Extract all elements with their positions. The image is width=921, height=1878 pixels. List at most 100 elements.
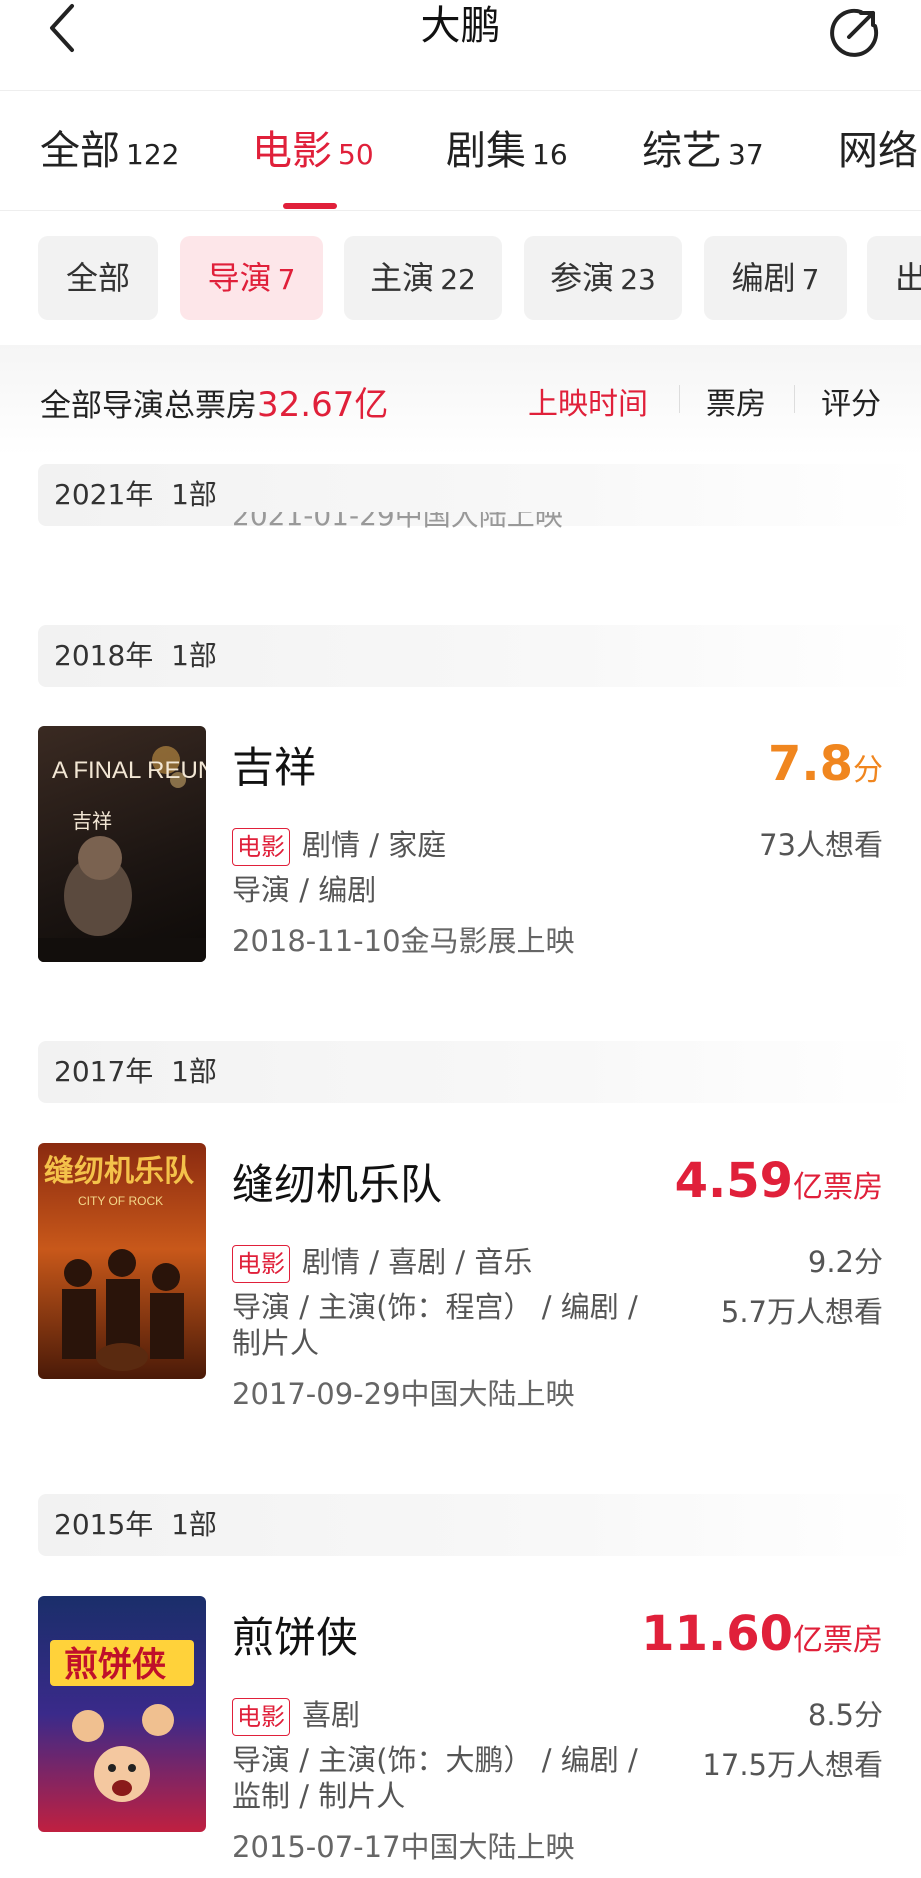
year-count: 1部 (171, 478, 217, 511)
year-count: 1部 (171, 1508, 217, 1541)
box-office-value: 4.59 (674, 1153, 793, 1209)
sort-divider (794, 385, 795, 413)
movie-title: 煎饼侠 (232, 1613, 359, 1662)
want-to-watch-count: 5.7万人想看 (720, 1295, 883, 1329)
tab-movie[interactable]: 电影 50 (252, 92, 374, 210)
tab-label: 剧集 (446, 128, 526, 174)
movie-item[interactable]: 缝纫机乐队 CITY OF ROCK 缝纫机乐队 4.59亿票房 电影 剧情 / … (0, 1143, 921, 1411)
poster-title-text: 缝纫机乐队 (44, 1154, 195, 1189)
movie-item[interactable]: A FINAL REUNION 吉祥 吉祥 7.8分 电影剧情 / 家庭 73人… (0, 726, 921, 966)
movie-type-tag: 电影 (232, 828, 290, 866)
year-label: 2021年 (54, 478, 154, 511)
chip-label: 主演 (370, 259, 435, 297)
want-to-watch-count: 73人想看 (759, 828, 883, 862)
movie-roles: 导演 / 编剧 (232, 873, 377, 907)
chip-label: 编剧 (731, 259, 796, 297)
chip-label: 导演 (207, 259, 272, 297)
role-filter-chips: 全部 导演 7 主演 22 参演 23 编剧 7 出 (0, 210, 921, 345)
chip-count: 22 (440, 263, 476, 296)
movie-title: 吉祥 (232, 743, 317, 792)
tab-label: 全部 (40, 128, 120, 174)
genre-row: 电影 剧情 / 喜剧 / 音乐 (232, 1239, 532, 1283)
want-to-watch-count: 17.5万人想看 (702, 1748, 883, 1782)
poster-title-text: A FINAL REUNION (52, 757, 206, 784)
tab-all[interactable]: 全部 122 (40, 92, 179, 210)
year-count: 1部 (171, 1055, 217, 1088)
poster-art: 煎饼侠 (50, 1640, 194, 1802)
year-label: 2017年 (54, 1055, 154, 1088)
tab-count: 122 (126, 138, 180, 171)
movie-type-tag: 电影 (232, 1698, 290, 1736)
tab-label: 电影 (252, 128, 332, 174)
tab-label: 网络 (838, 128, 918, 174)
release-date-cut-off: 2021-01-29中国大陆上映 (232, 512, 563, 532)
movie-roles: 导演 / 主演(饰：大鹏） / 编剧 / 监制 / 制片人 (232, 1743, 638, 1813)
movie-genres: 剧情 / 喜剧 / 音乐 (302, 1245, 533, 1279)
tab-count: 16 (532, 138, 568, 171)
movie-genres: 喜剧 (302, 1698, 361, 1732)
movie-poster: 缝纫机乐队 CITY OF ROCK (38, 1143, 206, 1379)
chip-label: 出 (895, 259, 921, 297)
chip-producer[interactable]: 出 (867, 236, 921, 320)
release-date: 2018-11-10金马影展上映 (232, 924, 575, 958)
genre-row: 电影 剧情 / 家庭 (232, 822, 446, 866)
chip-lead-actor[interactable]: 主演 22 (344, 236, 502, 320)
movie-item[interactable]: 煎饼侠 煎饼侠 11.60亿票房 电影 喜剧 8.5分 17.5万人想看 导演 /… (0, 1596, 921, 1864)
movie-poster: A FINAL REUNION 吉祥 (38, 726, 206, 962)
chip-count: 7 (801, 263, 820, 296)
movie-box-office: 4.59亿票房 (675, 1153, 883, 1209)
tab-count: 50 (338, 138, 374, 171)
movie-roles: 导演 / 主演(饰：程宫） / 编剧 / 制片人 (232, 1290, 638, 1360)
movie-rating: 8.5分 (807, 1698, 883, 1732)
box-office-summary: 全部导演总票房32.67亿 (40, 377, 388, 426)
movie-box-office: 11.60亿票房 (641, 1606, 883, 1662)
box-office-unit: 亿票房 (793, 1623, 883, 1658)
tab-label: 综艺 (642, 128, 722, 174)
share-icon[interactable] (825, 4, 881, 60)
page-title: 大鹏 (420, 3, 501, 49)
poster-en-title: CITY OF ROCK (78, 1194, 163, 1208)
release-date: 2015-07-17中国大陆上映 (232, 1830, 575, 1864)
active-tab-indicator (283, 203, 337, 209)
tab-web[interactable]: 网络 (838, 92, 918, 210)
chip-count: 23 (620, 263, 656, 296)
chip-label: 全部 (65, 259, 130, 297)
chip-all[interactable]: 全部 (38, 236, 158, 320)
movie-type-tag: 电影 (232, 1245, 290, 1283)
top-bar: 大鹏 (0, 0, 921, 91)
sort-by-rating[interactable]: 评分 (821, 379, 881, 423)
movie-genres: 剧情 / 家庭 (302, 828, 447, 862)
year-label: 2015年 (54, 1508, 154, 1541)
chip-director[interactable]: 导演 7 (180, 236, 323, 320)
year-header: 2018年 1部 (38, 625, 921, 687)
year-header: 2015年 1部 (38, 1494, 921, 1556)
tab-series[interactable]: 剧集 16 (446, 92, 568, 210)
chip-label: 参演 (550, 259, 615, 297)
movie-rating: 9.2分 (807, 1245, 883, 1279)
year-count: 1部 (171, 639, 217, 672)
poster-title-text: 煎饼侠 (64, 1645, 167, 1685)
movie-poster: 煎饼侠 (38, 1596, 206, 1832)
chip-writer[interactable]: 编剧 7 (704, 236, 847, 320)
sort-by-box-office[interactable]: 票房 (706, 379, 766, 423)
sort-divider (679, 385, 680, 413)
box-office-unit: 亿票房 (793, 1170, 883, 1205)
movie-title: 缝纫机乐队 (232, 1160, 443, 1209)
chip-count: 7 (277, 263, 296, 296)
summary-label: 全部导演总票房 (40, 388, 257, 424)
category-tabs: 全部 122 电影 50 剧集 16 综艺 37 网络 (0, 92, 921, 211)
poster-art: A FINAL REUNION 吉祥 (38, 746, 206, 962)
tab-count: 37 (728, 138, 764, 171)
summary-bar: 全部导演总票房32.67亿 上映时间 票房 评分 (0, 345, 921, 455)
score-unit: 分 (853, 753, 883, 788)
poster-art: 缝纫机乐队 CITY OF ROCK (44, 1154, 195, 1371)
sort-by-release-time[interactable]: 上映时间 (528, 379, 648, 423)
movie-score: 7.8分 (768, 736, 883, 792)
poster-cn-title: 吉祥 (72, 809, 112, 833)
year-header: 2017年 1部 (38, 1041, 921, 1103)
summary-value: 32.67亿 (257, 385, 389, 425)
tab-variety[interactable]: 综艺 37 (642, 92, 764, 210)
chip-supporting[interactable]: 参演 23 (524, 236, 682, 320)
year-label: 2018年 (54, 639, 154, 672)
score-value: 7.8 (767, 736, 853, 792)
